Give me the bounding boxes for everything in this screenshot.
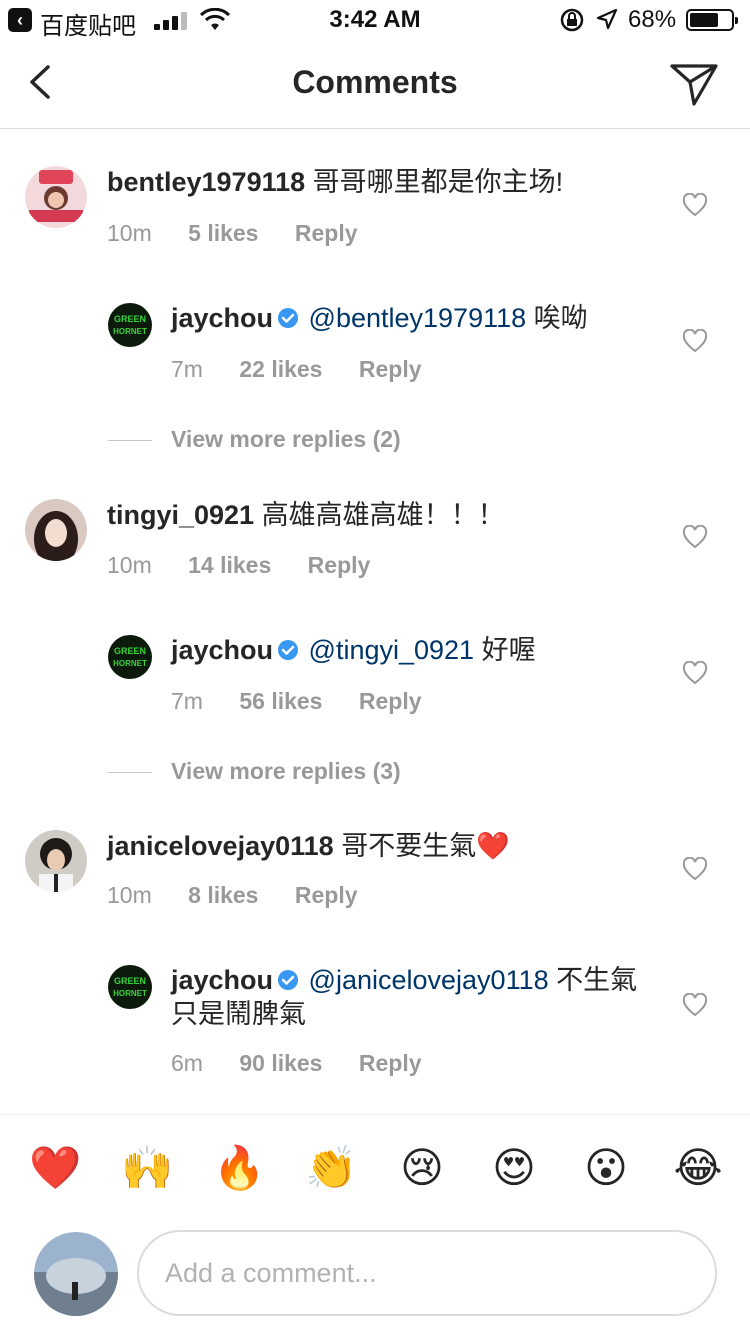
comment-username[interactable]: bentley1979118 (107, 167, 305, 197)
svg-text:HORNET: HORNET (113, 327, 147, 336)
reply-button[interactable]: Reply (359, 356, 422, 382)
avatar[interactable]: GREEN HORNET (108, 635, 152, 679)
reply-item: GREEN HORNET jaychou @janicelovejay0118 … (0, 941, 750, 1111)
status-bar: ‹ 百度贴吧 3:42 AM 68% (0, 0, 750, 40)
view-more-replies-button[interactable]: View more replies (2) (108, 426, 708, 456)
comment-input[interactable] (137, 1230, 717, 1316)
comment-composer (0, 1222, 750, 1334)
battery-icon (686, 9, 738, 31)
comment-text: jaychou @tingyi_0921 好喔 (171, 633, 651, 667)
verified-badge-icon (278, 640, 299, 660)
comment-username[interactable]: jaychou (171, 635, 273, 665)
comment-meta: 7m 56 likes Reply (171, 688, 452, 715)
comment-text: janicelovejay0118 哥不要生氣❤️ (107, 829, 667, 863)
comment-text: tingyi_0921 高雄高雄高雄！！！ (107, 498, 667, 532)
comment-username[interactable]: jaychou (171, 965, 273, 995)
svg-text:GREEN: GREEN (114, 646, 146, 656)
comment-body: 哥不要生氣❤️ (341, 831, 510, 861)
comment-meta: 6m 90 likes Reply (171, 1050, 452, 1077)
comment-username[interactable]: jaychou (171, 303, 273, 333)
emoji-fire[interactable]: 🔥 (213, 1143, 265, 1193)
emoji-quick-bar: ❤️ 🙌 🔥 👏 😢 😍 😮 😂 (0, 1114, 750, 1223)
divider (108, 440, 152, 441)
comment-time: 10m (107, 882, 152, 908)
svg-text:GREEN: GREEN (114, 976, 146, 986)
avatar[interactable] (25, 166, 87, 228)
reply-item: GREEN HORNET jaychou @tingyi_0921 好喔 7m … (0, 611, 750, 751)
comment-username[interactable]: tingyi_0921 (107, 500, 254, 530)
like-count[interactable]: 14 likes (188, 552, 271, 578)
svg-text:HORNET: HORNET (113, 659, 147, 668)
page-title: Comments (292, 64, 458, 100)
comment-meta: 10m 8 likes Reply (107, 882, 388, 909)
avatar[interactable]: GREEN HORNET (108, 303, 152, 347)
reply-item: GREEN HORNET jaychou @bentley1979118 唉呦 … (0, 279, 750, 419)
comment-body: 高雄高雄高雄！！！ (261, 500, 505, 530)
like-count[interactable]: 22 likes (239, 356, 322, 382)
battery-percent: 68% (628, 6, 677, 33)
mention-link[interactable]: @bentley1979118 (309, 303, 527, 333)
comment-item: tingyi_0921 高雄高雄高雄！！！ 10m 14 likes Reply (0, 469, 750, 619)
heart-outline-icon[interactable] (682, 193, 708, 217)
comment-time: 10m (107, 220, 152, 246)
comment-text: jaychou @bentley1979118 唉呦 (171, 301, 651, 335)
mention-link[interactable]: @tingyi_0921 (309, 635, 475, 665)
emoji-clapping[interactable]: 👏 (305, 1143, 357, 1193)
comment-time: 10m (107, 552, 152, 578)
view-more-replies-button[interactable]: View more replies (3) (108, 758, 708, 788)
emoji-surprised[interactable]: 😮 (581, 1143, 631, 1193)
comment-time: 7m (171, 356, 203, 382)
reply-button[interactable]: Reply (295, 220, 358, 246)
reply-button[interactable]: Reply (359, 1050, 422, 1076)
reply-button[interactable]: Reply (308, 552, 371, 578)
reply-button[interactable]: Reply (295, 882, 358, 908)
mention-link[interactable]: @janicelovejay0118 (309, 965, 549, 995)
view-more-label[interactable]: View more replies (3) (171, 758, 401, 785)
comment-username[interactable]: janicelovejay0118 (107, 831, 334, 861)
like-count[interactable]: 56 likes (239, 688, 322, 714)
comment-meta: 10m 5 likes Reply (107, 220, 388, 247)
emoji-heart-eyes[interactable]: 😍 (489, 1143, 539, 1193)
comment-text: jaychou @janicelovejay0118 不生氣 只是鬧脾氣 (171, 963, 641, 1031)
comment-time: 7m (171, 688, 203, 714)
view-more-label[interactable]: View more replies (2) (171, 426, 401, 453)
heart-outline-icon[interactable] (682, 525, 708, 549)
heart-outline-icon[interactable] (682, 661, 708, 685)
comment-item: bentley1979118 哥哥哪里都是你主场! 10m 5 likes Re… (0, 129, 750, 279)
verified-badge-icon (278, 308, 299, 328)
avatar[interactable] (25, 499, 87, 561)
heart-outline-icon[interactable] (682, 993, 708, 1017)
comment-time: 6m (171, 1050, 203, 1076)
comment-meta: 10m 14 likes Reply (107, 552, 400, 579)
divider (108, 772, 152, 773)
avatar[interactable] (25, 830, 87, 892)
emoji-raised-hands[interactable]: 🙌 (121, 1143, 173, 1193)
reply-button[interactable]: Reply (359, 688, 422, 714)
heart-outline-icon[interactable] (682, 857, 708, 881)
comments-list[interactable]: bentley1979118 哥哥哪里都是你主场! 10m 5 likes Re… (0, 129, 750, 1114)
location-icon (596, 8, 618, 30)
heart-outline-icon[interactable] (682, 329, 708, 353)
avatar[interactable] (34, 1232, 118, 1316)
nav-bar: Comments (0, 40, 750, 129)
like-count[interactable]: 8 likes (188, 882, 258, 908)
emoji-laughing[interactable]: 😂 (673, 1143, 723, 1193)
comment-body: 唉呦 (533, 303, 588, 333)
comment-body: 哥哥哪里都是你主场! (312, 167, 564, 197)
emoji-heart[interactable]: ❤️ (29, 1143, 81, 1193)
svg-text:GREEN: GREEN (114, 314, 146, 324)
like-count[interactable]: 5 likes (188, 220, 258, 246)
verified-badge-icon (278, 970, 299, 990)
comment-body: 好喔 (481, 635, 536, 665)
comment-item: janicelovejay0118 哥不要生氣❤️ 10m 8 likes Re… (0, 801, 750, 949)
comment-text: bentley1979118 哥哥哪里都是你主场! (107, 165, 667, 199)
svg-text:HORNET: HORNET (113, 989, 147, 998)
like-count[interactable]: 90 likes (239, 1050, 322, 1076)
paper-plane-icon[interactable] (668, 58, 720, 110)
comment-meta: 7m 22 likes Reply (171, 356, 452, 383)
avatar[interactable]: GREEN HORNET (108, 965, 152, 1009)
emoji-crying[interactable]: 😢 (397, 1143, 447, 1193)
rotation-lock-icon (560, 8, 584, 32)
